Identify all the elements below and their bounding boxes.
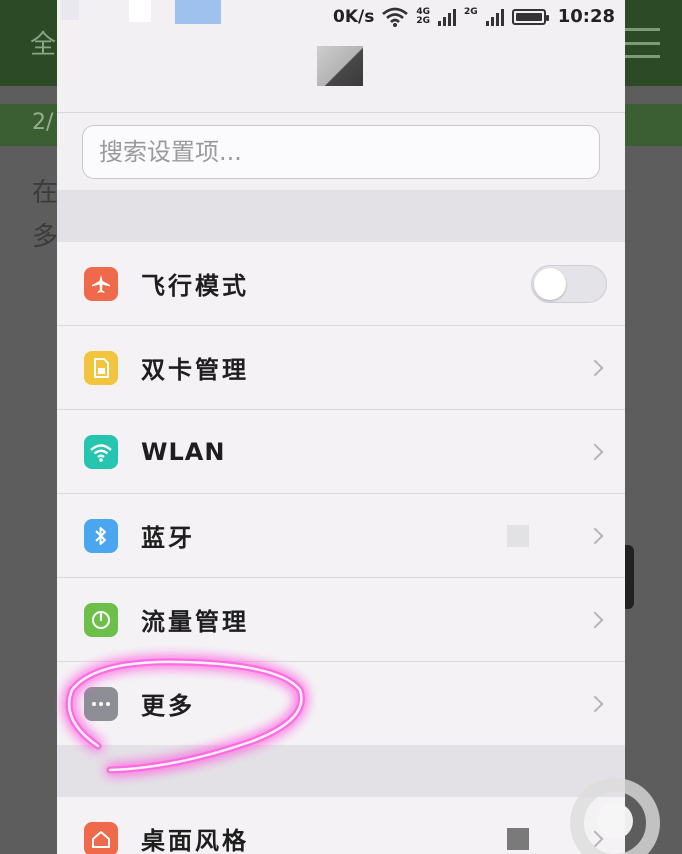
setting-label: 双卡管理 xyxy=(141,356,249,384)
setting-more[interactable]: 更多 xyxy=(57,662,625,746)
setting-label: 更多 xyxy=(141,692,195,720)
setting-data-usage[interactable]: 流量管理 xyxy=(57,578,625,662)
settings-list-2: 桌面风格 xyxy=(57,797,625,854)
more-dots-icon xyxy=(84,686,118,721)
setting-label: 蓝牙 xyxy=(141,524,195,552)
setting-label: 桌面风格 xyxy=(141,827,249,854)
section-gap xyxy=(57,190,625,242)
status-time: 10:28 xyxy=(557,6,615,27)
toggle-knob xyxy=(534,267,566,300)
bluetooth-status-blurred xyxy=(507,524,529,547)
search-input[interactable] xyxy=(82,125,600,179)
battery-icon xyxy=(511,8,549,25)
status-indicators: 0K/s 4G 2G 2G 10:28 xyxy=(333,6,615,27)
background-text-line-1: 在 xyxy=(32,178,59,208)
network-speed: 0K/s xyxy=(333,6,375,27)
setting-label: 流量管理 xyxy=(141,608,249,636)
sim-card-icon xyxy=(84,350,118,385)
airplane-icon xyxy=(84,266,118,301)
background-text-line-2: 多 xyxy=(32,222,59,252)
data-usage-icon xyxy=(84,602,118,637)
hamburger-menu-icon xyxy=(622,28,660,58)
sim2-network-type: 2G xyxy=(464,6,478,17)
home-icon xyxy=(84,821,118,854)
setting-label: 飞行模式 xyxy=(141,272,249,300)
sim2-signal-icon xyxy=(485,8,504,26)
wifi-signal-icon xyxy=(382,7,409,27)
wifi-icon xyxy=(84,434,118,469)
notification-icon xyxy=(61,0,79,20)
setting-dual-sim[interactable]: 双卡管理 xyxy=(57,326,625,410)
settings-screen: 0K/s 4G 2G 2G 10:28 搜索设置项... 飞行模式 双卡管理 W… xyxy=(57,0,625,854)
setting-label: WLAN xyxy=(141,437,226,466)
setting-wlan[interactable]: WLAN xyxy=(57,410,625,494)
chevron-right-icon xyxy=(586,695,604,712)
bluetooth-icon xyxy=(84,518,118,553)
setting-airplane-mode[interactable]: 飞行模式 xyxy=(57,242,625,326)
setting-bluetooth[interactable]: 蓝牙 xyxy=(57,494,625,578)
background-strip-text: 2/ xyxy=(32,110,54,135)
chevron-right-icon xyxy=(586,527,604,544)
airplane-mode-toggle[interactable] xyxy=(531,264,607,303)
sim1-signal-icon xyxy=(438,8,457,26)
background-header-text: 全 xyxy=(30,30,57,60)
chevron-right-icon xyxy=(586,611,604,628)
settings-list: 飞行模式 双卡管理 WLAN 蓝牙 流量管理 更多 xyxy=(57,242,625,746)
status-bar: 0K/s 4G 2G 2G 10:28 xyxy=(57,0,625,36)
chevron-right-icon xyxy=(586,443,604,460)
section-gap xyxy=(57,745,625,797)
setting-desktop-style[interactable]: 桌面风格 xyxy=(57,797,625,854)
floating-assist-button-center xyxy=(597,803,633,839)
notification-icon xyxy=(129,0,151,22)
notification-icon xyxy=(175,0,221,24)
search-area xyxy=(57,113,625,190)
sim1-network-type: 4G 2G xyxy=(416,6,431,26)
desktop-style-value-blurred xyxy=(507,827,529,850)
page-title-blurred xyxy=(317,46,363,86)
chevron-right-icon xyxy=(586,359,604,376)
